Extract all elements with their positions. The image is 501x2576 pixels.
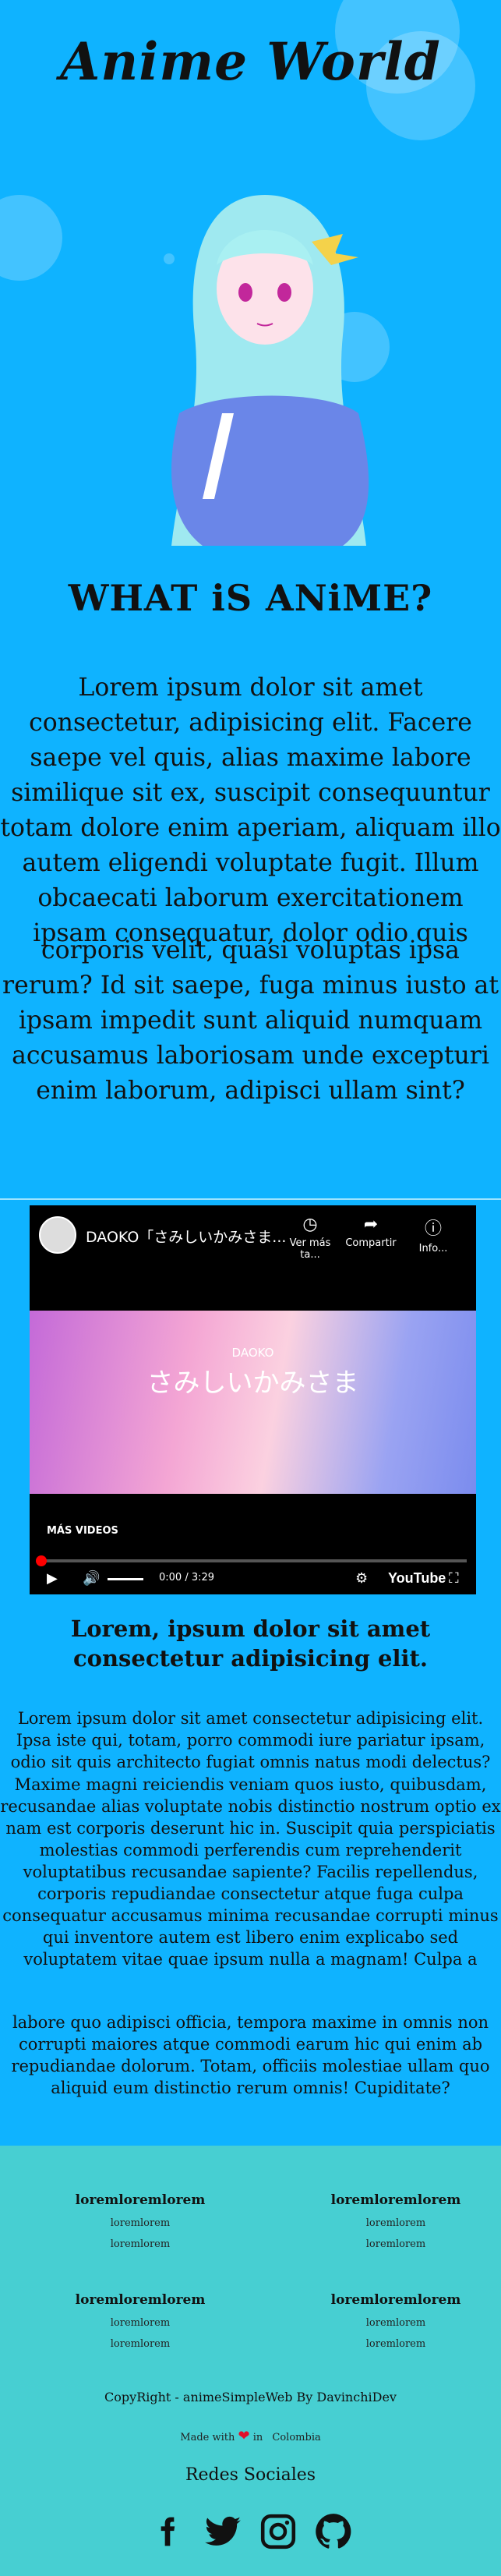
heart-icon: ❤ bbox=[238, 2428, 250, 2444]
facebook-icon[interactable] bbox=[145, 2512, 190, 2557]
video-time: 0:00 / 3:29 bbox=[159, 1572, 215, 1583]
youtube-embed[interactable]: DAOKO「さみしいかみさま... ◷ Ver más ta... ➦ Comp… bbox=[30, 1205, 476, 1594]
footer-link[interactable]: loremlorem bbox=[318, 2317, 474, 2329]
thumbnail-title: さみしいかみさま bbox=[146, 1368, 359, 1399]
country-label: Colombia bbox=[272, 2432, 321, 2443]
progress-bar[interactable] bbox=[39, 1559, 467, 1562]
made-in-label: in bbox=[252, 2432, 263, 2443]
hero-section: Anime World bbox=[0, 0, 501, 546]
share-icon: ➦ bbox=[363, 1215, 379, 1234]
watch-later-button[interactable]: ◷ Ver más ta... bbox=[279, 1215, 341, 1261]
about-heading: WHAT iS ANiME? bbox=[68, 577, 433, 619]
footer-column-heading: loremloremlorem bbox=[330, 2192, 461, 2208]
footer-link[interactable]: loremlorem bbox=[62, 2338, 218, 2350]
info-paragraph: Lorem ipsum dolor sit amet consectetur a… bbox=[10, 1709, 491, 1771]
footer-link[interactable]: loremlorem bbox=[318, 2338, 474, 2350]
footer-column-heading: loremloremlorem bbox=[75, 2192, 206, 2208]
footer-link[interactable]: loremlorem bbox=[62, 2238, 218, 2250]
about-paragraph: corporis velit, quasi voluptas ipsa reru… bbox=[2, 936, 499, 1105]
footer-link[interactable]: loremlorem bbox=[62, 2317, 218, 2329]
watch-later-label: Ver más ta... bbox=[289, 1237, 331, 1261]
footer: loremloremlorem loremlorem loremlorem lo… bbox=[0, 2146, 501, 2576]
footer-column-heading: loremloremlorem bbox=[330, 2292, 461, 2308]
copyright-text: CopyRight - animeSimpleWeb By DavinchiDe… bbox=[104, 2390, 397, 2404]
more-videos-label[interactable]: MÁS VIDEOS bbox=[47, 1525, 118, 1537]
settings-gear-icon[interactable]: ⚙ bbox=[355, 1570, 368, 1587]
about-section: WHAT iS ANiME? Lorem ipsum dolor sit ame… bbox=[0, 546, 501, 1197]
fullscreen-icon[interactable]: ⛶ bbox=[449, 1570, 459, 1587]
share-label: Compartir bbox=[345, 1237, 397, 1249]
play-icon[interactable]: ▶ bbox=[47, 1570, 58, 1587]
video-thumbnail[interactable] bbox=[30, 1311, 476, 1494]
info-icon: ⓘ bbox=[424, 1219, 442, 1239]
volume-icon[interactable]: 🔊 bbox=[83, 1570, 100, 1587]
twitter-icon[interactable] bbox=[200, 2512, 245, 2557]
social-heading: Redes Sociales bbox=[185, 2465, 316, 2485]
footer-column: loremloremlorem loremlorem loremlorem bbox=[62, 2292, 218, 2350]
progress-handle[interactable] bbox=[36, 1555, 47, 1566]
section-divider bbox=[0, 1198, 501, 1200]
anime-girl-illustration bbox=[171, 195, 369, 546]
channel-avatar[interactable] bbox=[39, 1216, 76, 1254]
social-links bbox=[0, 2512, 501, 2557]
youtube-logo[interactable]: YouTube bbox=[388, 1570, 446, 1587]
footer-link[interactable]: loremlorem bbox=[318, 2217, 474, 2229]
info-button[interactable]: ⓘ Info... bbox=[402, 1215, 464, 1254]
site-title: Anime World bbox=[60, 31, 441, 92]
info-paragraph: Maxime magni reiciendis veniam quos iust… bbox=[0, 1775, 501, 1969]
info-label: Info... bbox=[418, 1243, 448, 1254]
footer-column: loremloremlorem loremlorem loremlorem bbox=[318, 2292, 474, 2350]
footer-link[interactable]: loremlorem bbox=[318, 2238, 474, 2250]
decorative-bubble bbox=[0, 195, 62, 281]
info-section: Lorem, ipsum dolor sit amet consectetur … bbox=[0, 1614, 501, 2097]
volume-slider[interactable] bbox=[108, 1578, 143, 1580]
info-heading: Lorem, ipsum dolor sit amet consectetur … bbox=[70, 1615, 431, 1672]
instagram-icon[interactable] bbox=[256, 2512, 301, 2557]
clock-icon: ◷ bbox=[302, 1215, 318, 1234]
github-icon[interactable] bbox=[311, 2512, 356, 2557]
thumbnail-brand: DAOKO bbox=[231, 1346, 274, 1360]
footer-column-heading: loremloremlorem bbox=[75, 2292, 206, 2308]
footer-column: loremloremlorem loremlorem loremlorem bbox=[62, 2192, 218, 2250]
video-title[interactable]: DAOKO「さみしいかみさま... bbox=[86, 1226, 286, 1247]
about-paragraph: Lorem ipsum dolor sit amet consectetur, … bbox=[0, 674, 501, 947]
info-paragraph: labore quo adipisci officia, tempora max… bbox=[11, 2013, 490, 2097]
share-button[interactable]: ➦ Compartir bbox=[340, 1215, 402, 1249]
made-with-label: Made with bbox=[180, 2432, 235, 2443]
footer-link[interactable]: loremlorem bbox=[62, 2217, 218, 2229]
made-with-line: Made with ❤ in Colombia bbox=[0, 2428, 501, 2444]
footer-column: loremloremlorem loremlorem loremlorem bbox=[318, 2192, 474, 2250]
